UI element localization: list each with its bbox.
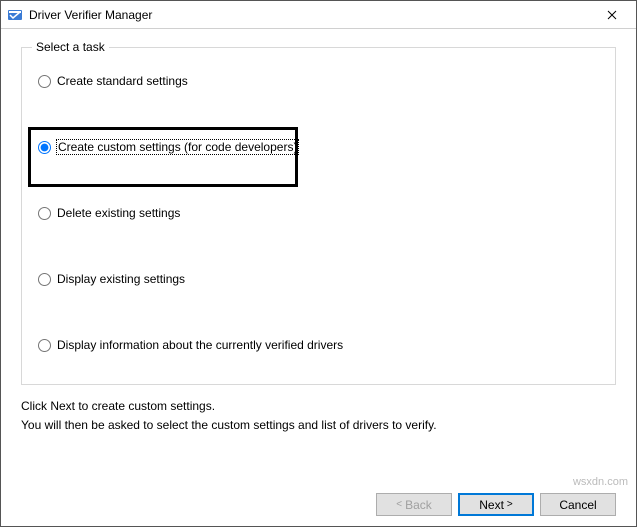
window-title: Driver Verifier Manager [29,8,590,22]
instructions: Click Next to create custom settings. Yo… [21,397,616,435]
radio-delete-existing[interactable]: Delete existing settings [32,204,599,222]
radio-create-custom[interactable]: Create custom settings (for code develop… [32,138,599,156]
button-bar: < Back Next > Cancel [1,493,636,516]
instructions-line1: Click Next to create custom settings. [21,397,616,416]
group-legend: Select a task [32,40,109,54]
task-groupbox: Select a task Create standard settings C… [21,47,616,385]
radio-label: Delete existing settings [57,206,180,220]
chevron-right-icon: > [507,499,513,510]
cancel-button[interactable]: Cancel [540,493,616,516]
radio-display-info[interactable]: Display information about the currently … [32,336,599,354]
radio-input-delete-existing[interactable] [38,207,51,220]
watermark: wsxdn.com [573,476,628,488]
radio-input-create-custom[interactable] [38,141,51,154]
next-label: Next [479,498,504,512]
titlebar: Driver Verifier Manager [1,1,636,29]
radio-label: Create standard settings [57,74,188,88]
radio-input-display-existing[interactable] [38,273,51,286]
app-icon [7,7,23,23]
back-button: < Back [376,493,452,516]
radio-label: Display existing settings [57,272,185,286]
next-button[interactable]: Next > [458,493,534,516]
instructions-line2: You will then be asked to select the cus… [21,416,616,435]
radio-label: Display information about the currently … [57,338,343,352]
radio-input-create-standard[interactable] [38,75,51,88]
chevron-left-icon: < [396,499,402,510]
back-label: Back [405,498,432,512]
radio-display-existing[interactable]: Display existing settings [32,270,599,288]
radio-create-standard[interactable]: Create standard settings [32,72,599,90]
cancel-label: Cancel [559,498,596,512]
content-area: Select a task Create standard settings C… [1,29,636,435]
close-icon [607,7,617,23]
close-button[interactable] [590,2,634,28]
radio-input-display-info[interactable] [38,339,51,352]
radio-label: Create custom settings (for code develop… [57,140,298,154]
